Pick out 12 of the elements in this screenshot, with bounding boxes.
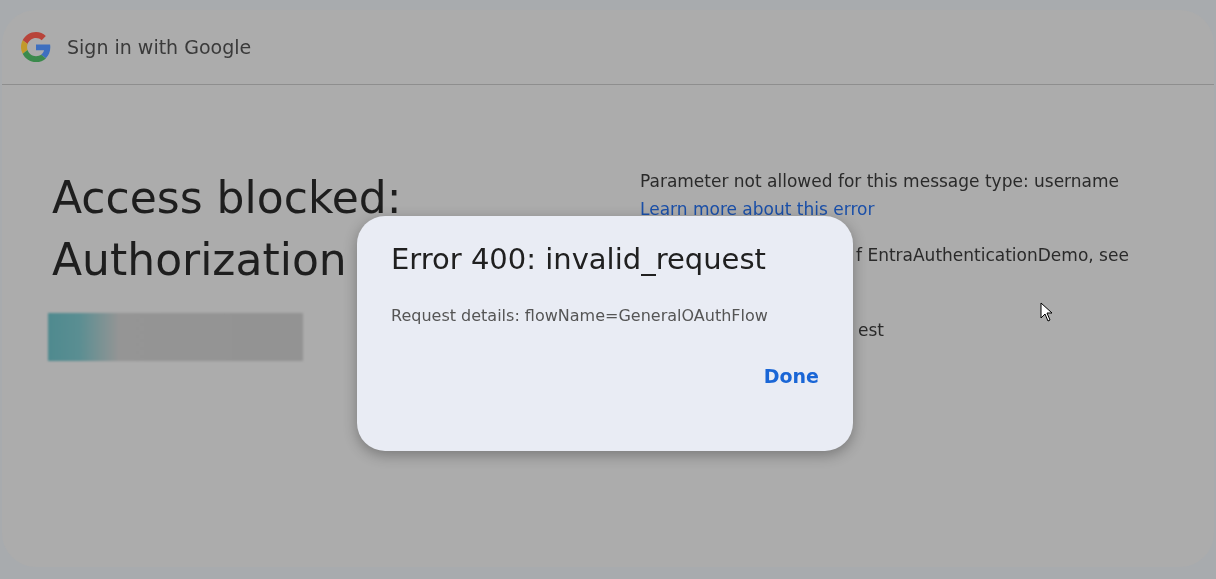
dialog-title: Error 400: invalid_request	[391, 242, 767, 276]
error-detail-text: f EntraAuthenticationDemo, see	[856, 244, 1129, 267]
mouse-pointer-icon	[1040, 302, 1054, 322]
error-detail-text: Parameter not allowed for this message type: username	[640, 170, 1121, 193]
dialog-body: Request details: flowName=GeneralOAuthFlow	[391, 306, 769, 325]
header-title: Sign in with Google	[67, 36, 252, 58]
help-link[interactable]: Learn more about this error	[640, 195, 1129, 223]
done-button[interactable]: Done	[749, 359, 833, 393]
page-heading: Authorization	[52, 233, 347, 287]
page-heading: Access blocked:	[52, 171, 402, 225]
google-logo-icon	[21, 32, 51, 62]
error-detail-text: est	[858, 319, 885, 342]
